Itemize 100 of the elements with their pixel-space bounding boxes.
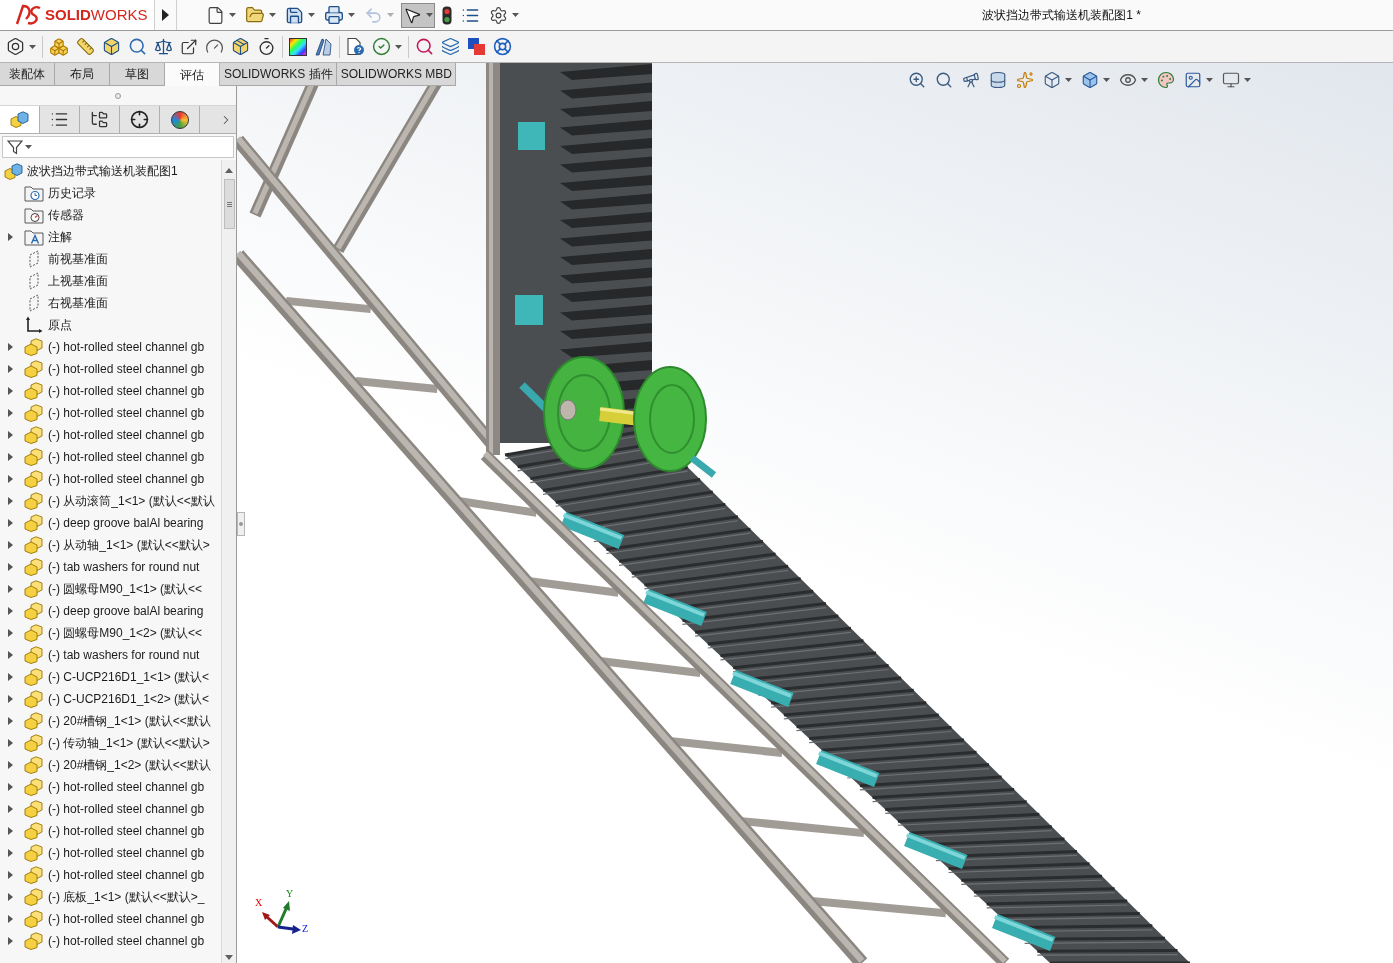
tree-item-label[interactable]: 传感器 (48, 206, 84, 224)
tree-item-label[interactable]: (-) hot-rolled steel channel gb (48, 778, 205, 796)
component-icon (24, 888, 44, 906)
tree-item-label[interactable]: (-) tab washers for round nut (48, 558, 200, 576)
expand-arrow-icon[interactable] (7, 453, 13, 461)
expand-arrow-icon[interactable] (7, 387, 13, 395)
caret-down-icon (308, 13, 315, 17)
traffic-light-icon (442, 5, 452, 25)
tree-item-label[interactable]: 原点 (48, 316, 72, 334)
ribbon-tab[interactable]: 装配体 (0, 63, 55, 86)
tree-item-label[interactable]: 右视基准面 (48, 294, 108, 312)
expand-arrow-icon[interactable] (7, 497, 13, 505)
expand-arrow-icon[interactable] (7, 607, 13, 615)
expand-arrow-icon[interactable] (7, 739, 13, 747)
expand-arrow-icon[interactable] (7, 783, 13, 791)
annotation-view-button[interactable] (1016, 69, 1034, 91)
expand-arrow-icon[interactable] (7, 343, 13, 351)
expand-arrow-icon[interactable] (7, 519, 13, 527)
scrollbar-thumb[interactable] (223, 179, 235, 229)
tree-item-label[interactable]: (-) hot-rolled steel channel gb (48, 866, 205, 884)
bracket-bar (689, 455, 717, 478)
tree-item-label[interactable]: (-) 从动滚筒_1<1> (默认<<默认 (48, 492, 215, 510)
display-style-button[interactable] (1081, 69, 1110, 91)
ribbon-tab[interactable]: SOLIDWORKS MBD (336, 63, 456, 86)
panel-collapse-handle[interactable] (237, 512, 245, 536)
expand-arrow-icon[interactable] (7, 673, 13, 681)
tree-item-label[interactable]: (-) hot-rolled steel channel gb (48, 932, 205, 950)
appearance-button[interactable] (1157, 69, 1175, 91)
expand-arrow-icon[interactable] (7, 431, 13, 439)
caret-down-icon (512, 13, 519, 17)
ribbon-tab[interactable]: 布局 (55, 63, 110, 86)
gradient-square-icon (289, 37, 307, 56)
plane-icon (27, 294, 41, 312)
tree-item-label[interactable]: 上视基准面 (48, 272, 108, 290)
expand-arrow-icon[interactable] (7, 893, 13, 901)
expand-arrow-icon[interactable] (7, 233, 13, 241)
section-view-button[interactable] (989, 69, 1007, 91)
expand-arrow-icon[interactable] (7, 409, 13, 417)
plane-icon (27, 250, 41, 268)
tree-item-label[interactable]: (-) hot-rolled steel channel gb (48, 382, 205, 400)
component-icon (24, 558, 44, 576)
view-orientation-button[interactable] (1043, 69, 1072, 91)
tree-item-label[interactable]: (-) C-UCP216D1_1<1> (默认< (48, 668, 210, 686)
caret-down-icon (1103, 78, 1110, 82)
expand-arrow-icon[interactable] (7, 871, 13, 879)
scroll-up-arrow-icon[interactable] (225, 168, 233, 173)
tree-item-label[interactable]: (-) hot-rolled steel channel gb (48, 448, 205, 466)
expand-arrow-icon[interactable] (7, 365, 13, 373)
expand-arrow-icon[interactable] (7, 761, 13, 769)
component-icon (24, 536, 44, 554)
tree-item-label[interactable]: (-) hot-rolled steel channel gb (48, 360, 205, 378)
box-arrow-icon (180, 37, 198, 56)
tree-item-label[interactable]: (-) hot-rolled steel channel gb (48, 822, 205, 840)
expand-arrow-icon[interactable] (7, 541, 13, 549)
expand-arrow-icon[interactable] (7, 585, 13, 593)
ribbon-tab[interactable]: 评估 (165, 63, 220, 86)
tree-item-label[interactable]: (-) tab washers for round nut (48, 646, 200, 664)
tree-item-label[interactable]: (-) deep groove balAl bearing (48, 514, 204, 532)
expand-arrow-icon[interactable] (7, 915, 13, 923)
expand-arrow-icon[interactable] (7, 937, 13, 945)
triangle-right-icon (162, 9, 169, 21)
filter-field[interactable] (2, 136, 234, 158)
tree-item-label[interactable]: (-) hot-rolled steel channel gb (48, 910, 205, 928)
tree-item-label[interactable]: (-) deep groove balAl bearing (48, 602, 204, 620)
tree-item-label[interactable]: (-) hot-rolled steel channel gb (48, 338, 205, 356)
tree-item-label[interactable]: (-) 20#槽钢_1<2> (默认<<默认 (48, 756, 211, 774)
tree-item-label[interactable]: (-) C-UCP216D1_1<2> (默认< (48, 690, 210, 708)
expand-arrow-icon[interactable] (7, 563, 13, 571)
expand-arrow-icon[interactable] (7, 827, 13, 835)
tree-item-label[interactable]: 前视基准面 (48, 250, 108, 268)
expand-arrow-icon[interactable] (7, 629, 13, 637)
tree-item-label[interactable]: (-) 从动轴_1<1> (默认<<默认> (48, 536, 210, 554)
tree-item-label[interactable]: (-) hot-rolled steel channel gb (48, 470, 205, 488)
search-icon (935, 71, 953, 89)
tree-item-label[interactable]: (-) 底板_1<1> (默认<<默认>_ (48, 888, 205, 906)
tree-item-label[interactable]: (-) 圆螺母M90_1<1> (默认<< (48, 580, 203, 598)
tree-item-label[interactable]: (-) hot-rolled steel channel gb (48, 800, 205, 818)
select-button[interactable] (401, 2, 435, 28)
tree-item-label[interactable]: 波状挡边带式输送机装配图1 (27, 162, 178, 180)
tree-item-label[interactable]: (-) hot-rolled steel channel gb (48, 426, 205, 444)
scroll-down-arrow-icon[interactable] (225, 955, 233, 960)
expand-arrow-icon[interactable] (7, 651, 13, 659)
expand-arrow-icon[interactable] (7, 475, 13, 483)
tree-item-label[interactable]: (-) 传动轴_1<1> (默认<<默认> (48, 734, 210, 752)
expand-arrow-icon[interactable] (7, 805, 13, 813)
component-icon (24, 668, 44, 686)
expand-arrow-icon[interactable] (7, 849, 13, 857)
tree-item-label[interactable]: 注解 (48, 228, 72, 246)
expand-arrow-icon[interactable] (7, 695, 13, 703)
expand-arrow-icon[interactable] (7, 717, 13, 725)
package-icon (231, 37, 250, 56)
tree-item-label[interactable]: (-) 20#槽钢_1<1> (默认<<默认 (48, 712, 211, 730)
ribbon-tab[interactable]: 草图 (110, 63, 165, 86)
tree-item-label[interactable]: (-) hot-rolled steel channel gb (48, 844, 205, 862)
tree-item-label[interactable]: (-) 圆螺母M90_1<2> (默认<< (48, 624, 203, 642)
roller (816, 750, 880, 787)
tree-item-label[interactable]: (-) hot-rolled steel channel gb (48, 404, 205, 422)
ribbon-tab[interactable]: SOLIDWORKS 插件 (220, 63, 337, 86)
tree-item-label[interactable]: 历史记录 (48, 184, 96, 202)
brand-logo-text: SOLIDWORKS (45, 4, 148, 25)
